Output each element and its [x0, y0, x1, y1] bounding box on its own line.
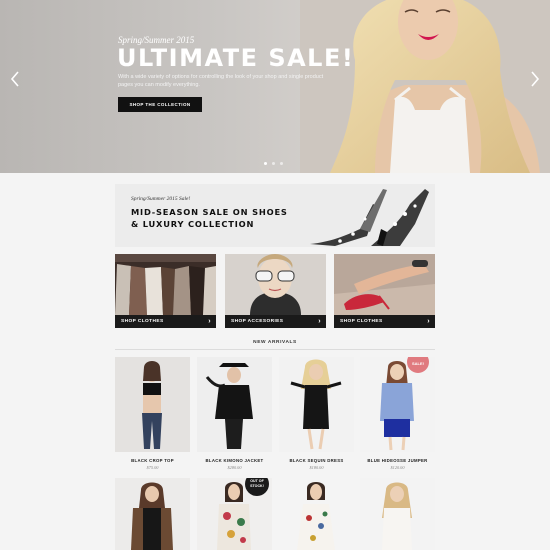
shop-the-collection-button[interactable]: SHOP THE COLLECTION [118, 97, 202, 112]
promo-title: MID-SEASON SALE ON SHOES & LUXURY COLLEC… [131, 207, 288, 229]
slider-pagination [264, 162, 283, 165]
category-tile-clothes-2[interactable]: SHOP CLOTHES › [334, 254, 435, 328]
high-heel-shoe-image [305, 184, 435, 247]
product-name[interactable]: BLUE HIDEOSSE JUMPER [360, 458, 435, 463]
category-bar: SHOP CLOTHES › [115, 315, 216, 328]
category-label: SHOP CLOTHES [121, 319, 164, 324]
slider-next-arrow[interactable] [528, 70, 542, 88]
chevron-right-icon: › [427, 318, 430, 325]
hero-slider: Spring/Summer 2015 ULTIMATE SALE! With a… [0, 0, 550, 173]
hero-model-image [300, 0, 550, 173]
promo-kicker: Spring/Summer 2015 Sale! [131, 196, 191, 202]
category-bar: SHOP CLOTHES › [334, 315, 435, 328]
product-image [360, 478, 435, 550]
product-image [115, 478, 190, 550]
product-card[interactable]: OUT OF STOCK! [197, 478, 272, 550]
promo-banner[interactable]: Spring/Summer 2015 Sale! MID-SEASON SALE… [115, 184, 435, 247]
product-card[interactable]: SALE! [360, 357, 435, 452]
category-tile-accessories[interactable]: SHOP ACCESORIES › [225, 254, 326, 328]
product-card[interactable] [115, 478, 190, 550]
hero-description: With a wide variety of options for contr… [118, 74, 324, 88]
product-name[interactable]: BLACK CROP TOP [115, 458, 190, 463]
slider-dot[interactable] [280, 162, 283, 165]
category-label: SHOP CLOTHES [340, 319, 383, 324]
category-bar: SHOP ACCESORIES › [225, 315, 326, 328]
product-name[interactable]: BLACK SEQUIN DRESS [279, 458, 354, 463]
chevron-right-icon [531, 71, 540, 87]
chevron-left-icon [10, 71, 19, 87]
product-price: $120.00 [390, 465, 405, 470]
product-price: $180.00 [309, 465, 324, 470]
chevron-right-icon: › [318, 318, 321, 325]
slider-dot[interactable] [264, 162, 267, 165]
product-name[interactable]: BLACK KIMONO JACKET [197, 458, 272, 463]
shoes-image [334, 254, 435, 315]
product-card[interactable] [279, 357, 354, 452]
product-image [197, 357, 272, 452]
section-divider [115, 349, 435, 350]
chevron-right-icon: › [208, 318, 211, 325]
product-image [279, 478, 354, 550]
clothing-rack-image [115, 254, 216, 315]
product-card[interactable] [360, 478, 435, 550]
slider-dot[interactable] [272, 162, 275, 165]
category-tile-clothes[interactable]: SHOP CLOTHES › [115, 254, 216, 328]
sunglasses-model-image [225, 254, 326, 315]
product-image [115, 357, 190, 452]
product-card[interactable] [279, 478, 354, 550]
slider-prev-arrow[interactable] [8, 70, 22, 88]
section-title: NEW ARRIVALS [253, 340, 297, 345]
product-card[interactable] [197, 357, 272, 452]
product-image [279, 357, 354, 452]
product-price: $75.00 [146, 465, 159, 470]
category-label: SHOP ACCESORIES [231, 319, 284, 324]
product-price: $280.00 [227, 465, 242, 470]
hero-title: ULTIMATE SALE! [117, 44, 355, 72]
product-card[interactable] [115, 357, 190, 452]
